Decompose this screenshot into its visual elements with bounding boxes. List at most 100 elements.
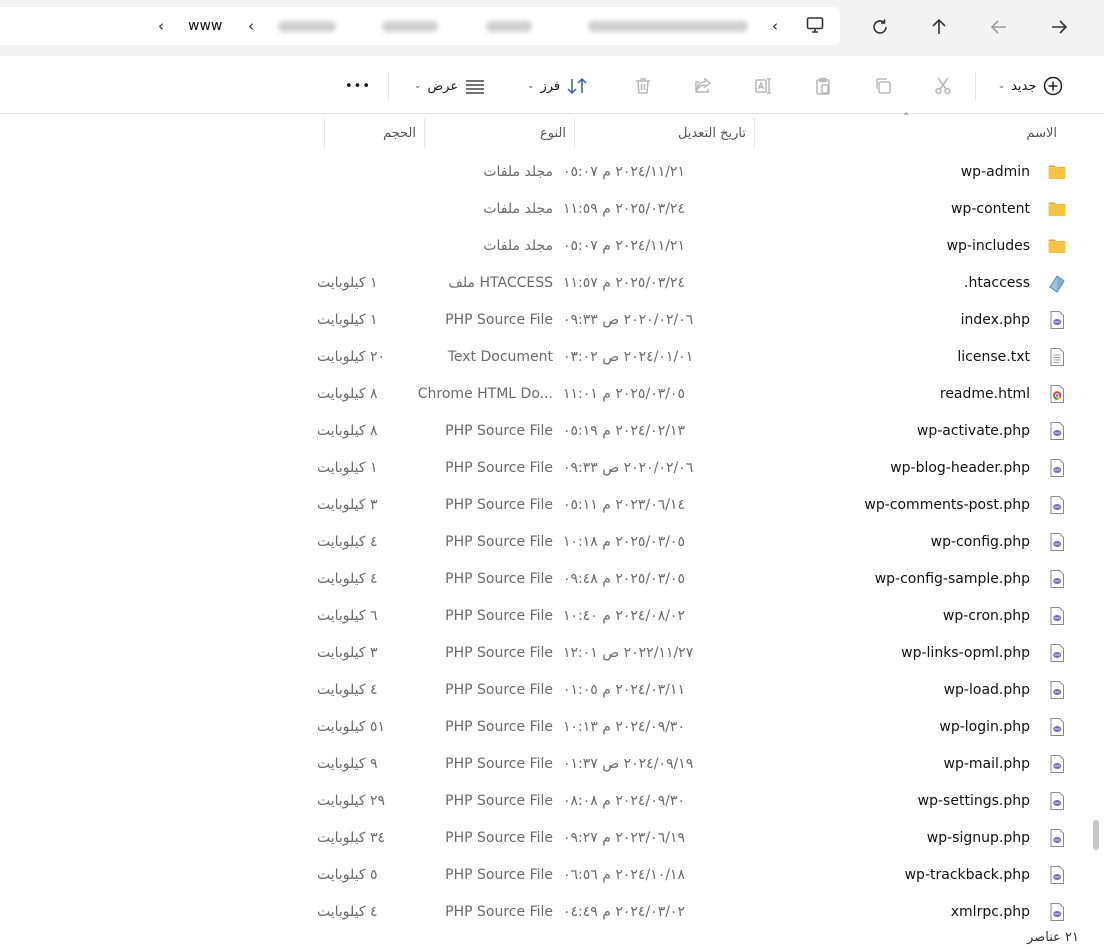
file-size: ٤ كيلوبايت [317, 523, 407, 560]
file-date-modified-text: ٢٠٢٤/٠٢/١٣ م ٠٥:١٩ [563, 422, 685, 439]
file-row[interactable]: wp-includes ٢٠٢٤/١١/٢١ م ٠٥:٠٧ مجلد ملفات [0, 227, 1090, 264]
file-row[interactable]: readme.html ٢٠٢٥/٠٣/٠٥ م ١١:٠١ Chrome HTML… [0, 375, 1090, 412]
folder-icon [1047, 162, 1067, 182]
file-row[interactable]: wp-signup.php ٢٠٢٣/٠٦/١٩ م ٠٩:٢٧ PHP Sourc… [0, 819, 1090, 856]
file-size: ٢٠ كيلوبايت [317, 338, 407, 375]
file-type-text: PHP Source File [445, 422, 553, 439]
file-row[interactable]: license.txt ٢٠٢٤/٠١/٠١ ص ٠٣:٠٢ Text Docume… [0, 338, 1090, 375]
php-file-icon [1047, 828, 1067, 848]
text-file-icon [1047, 347, 1067, 367]
column-header-size[interactable]: الحجم [330, 118, 420, 148]
file-type: PHP Source File [408, 634, 553, 671]
file-type: مجلد ملفات [408, 227, 553, 264]
file-row[interactable]: .htaccess ٢٠٢٥/٠٣/٢٤ م ١١:٥٧ ملف HTACCESS ١… [0, 264, 1090, 301]
refresh-button[interactable] [865, 12, 895, 42]
file-date-modified: ٢٠٢٥/٠٣/٠٥ م ٠٩:٤٨ [563, 560, 733, 597]
breadcrumb-redacted-segment[interactable] [382, 21, 438, 32]
file-name: license.txt [780, 338, 1030, 375]
file-date-modified-text: ٢٠٢٢/١١/٢٧ ص ١٢:٠١ [563, 644, 694, 661]
file-size-text: ٩ كيلوبايت [317, 755, 378, 772]
file-size: ٢٩ كيلوبايت [317, 782, 407, 819]
file-row[interactable]: wp-admin ٢٠٢٤/١١/٢١ م ٠٥:٠٧ مجلد ملفات [0, 153, 1090, 190]
copy-button[interactable] [868, 70, 898, 102]
file-row[interactable]: wp-activate.php ٢٠٢٤/٠٢/١٣ م ٠٥:١٩ PHP Sou… [0, 412, 1090, 449]
breadcrumb-current-folder[interactable]: www [188, 18, 222, 34]
address-bar[interactable]: ‹ www ‹ ‹ [0, 7, 840, 45]
new-button[interactable]: ⌄ جديد [990, 70, 1072, 102]
column-divider[interactable] [574, 118, 575, 148]
file-size: ٤ كيلوبايت [317, 671, 407, 708]
file-date-modified-text: ٢٠٢٤/١١/٢١ م ٠٥:٠٧ [563, 163, 685, 180]
view-button[interactable]: ⌄ عرض [405, 70, 495, 102]
file-name-text: license.txt [957, 348, 1030, 365]
php-file-icon [1047, 680, 1067, 700]
file-row[interactable]: wp-cron.php ٢٠٢٤/٠٨/٠٢ م ١٠:٤٠ PHP Source … [0, 597, 1090, 634]
share-button[interactable] [688, 70, 718, 102]
column-divider[interactable] [424, 118, 425, 148]
file-type-text: PHP Source File [445, 866, 553, 883]
php-file-icon [1047, 458, 1067, 478]
paste-button[interactable] [808, 70, 838, 102]
more-options-icon: ••• [344, 78, 371, 94]
folder-icon [1047, 199, 1067, 219]
file-date-modified-text: ٢٠٢٥/٠٣/٠٥ م ٠٩:٤٨ [563, 570, 685, 587]
column-divider[interactable] [324, 118, 325, 148]
file-type-text: PHP Source File [445, 607, 553, 624]
breadcrumb-overflow-chevron-icon[interactable]: ‹ [158, 17, 164, 35]
column-header-name[interactable]: الاسم [760, 118, 1065, 148]
file-row[interactable]: wp-load.php ٢٠٢٤/٠٣/١١ م ٠١:٠٥ PHP Source … [0, 671, 1090, 708]
file-size: ٨ كيلوبايت [317, 412, 407, 449]
breadcrumb-redacted-segment[interactable] [588, 21, 748, 32]
file-date-modified-text: ٢٠٢٤/١٠/١٨ م ٠٦:٥٦ [563, 866, 685, 883]
breadcrumb-redacted-segment[interactable] [278, 21, 336, 32]
file-row[interactable]: wp-settings.php ٢٠٢٤/٠٩/٣٠ م ٠٨:٠٨ PHP Sou… [0, 782, 1090, 819]
file-name: wp-mail.php [780, 745, 1030, 782]
file-row[interactable]: wp-login.php ٢٠٢٤/٠٩/٣٠ م ١٠:١٣ PHP Source… [0, 708, 1090, 745]
file-type: PHP Source File [408, 856, 553, 893]
delete-button[interactable] [628, 70, 658, 102]
file-name-text: wp-load.php [943, 681, 1030, 698]
file-row[interactable]: wp-mail.php ٢٠٢٤/٠٩/١٩ ص ٠١:٣٧ PHP Source … [0, 745, 1090, 782]
file-row[interactable]: wp-blog-header.php ٢٠٢٠/٠٢/٠٦ ص ٠٩:٣٣ PHP … [0, 449, 1090, 486]
file-size-text: ٣ كيلوبايت [317, 644, 378, 661]
back-button[interactable] [984, 12, 1014, 42]
file-type: PHP Source File [408, 671, 553, 708]
file-row[interactable]: wp-trackback.php ٢٠٢٤/١٠/١٨ م ٠٦:٥٦ PHP So… [0, 856, 1090, 893]
file-row[interactable]: wp-links-opml.php ٢٠٢٢/١١/٢٧ ص ١٢:٠١ PHP S… [0, 634, 1090, 671]
this-pc-icon[interactable] [800, 10, 830, 40]
file-date-modified: ٢٠٢٥/٠٣/٠٥ م ١٠:١٨ [563, 523, 733, 560]
column-divider[interactable] [754, 118, 755, 148]
file-row[interactable]: wp-comments-post.php ٢٠٢٣/٠٦/١٤ م ٠٥:١١ PH… [0, 486, 1090, 523]
file-name-text: wp-settings.php [917, 792, 1030, 809]
file-row[interactable]: wp-config.php ٢٠٢٥/٠٣/٠٥ م ١٠:١٨ PHP Sourc… [0, 523, 1090, 560]
file-row[interactable]: wp-content ٢٠٢٥/٠٣/٢٤ م ١١:٥٩ مجلد ملفات [0, 190, 1090, 227]
file-type: PHP Source File [408, 301, 553, 338]
htaccess-file-icon [1047, 273, 1067, 293]
rename-button[interactable] [748, 70, 778, 102]
see-more-button[interactable]: ••• [340, 70, 376, 102]
file-size-text: ٢٩ كيلوبايت [317, 792, 386, 809]
file-name: wp-admin [780, 153, 1030, 190]
file-row[interactable]: xmlrpc.php ٢٠٢٤/٠٣/٠٢ م ٠٤:٤٩ PHP Source F… [0, 893, 1090, 930]
file-name-text: wp-comments-post.php [864, 496, 1030, 513]
file-size [317, 190, 407, 227]
column-header-type[interactable]: النوع [430, 118, 570, 148]
file-size: ٤ كيلوبايت [317, 893, 407, 930]
file-size: ٦ كيلوبايت [317, 597, 407, 634]
forward-button[interactable] [1044, 12, 1074, 42]
breadcrumb-separator-icon: ‹ [248, 17, 254, 35]
file-row[interactable]: index.php ٢٠٢٠/٠٢/٠٦ ص ٠٩:٣٣ PHP Source Fi… [0, 301, 1090, 338]
file-date-modified: ٢٠٢٤/٠٨/٠٢ م ١٠:٤٠ [563, 597, 733, 634]
file-name-text: wp-cron.php [942, 607, 1030, 624]
add-circle-icon [1044, 76, 1063, 96]
column-header-date[interactable]: تاريخ التعديل [580, 118, 750, 148]
file-date-modified: ٢٠٢٥/٠٣/٠٥ م ١١:٠١ [563, 375, 733, 412]
up-button[interactable] [924, 12, 954, 42]
file-type: ملف HTACCESS [408, 264, 553, 301]
file-size-text: ٤ كيلوبايت [317, 570, 378, 587]
file-row[interactable]: wp-config-sample.php ٢٠٢٥/٠٣/٠٥ م ٠٩:٤٨ PH… [0, 560, 1090, 597]
cut-button[interactable] [928, 70, 958, 102]
breadcrumb-redacted-segment[interactable] [486, 21, 532, 32]
vertical-scrollbar-thumb[interactable] [1093, 820, 1099, 850]
sort-button[interactable]: ⌄ فرز [520, 70, 595, 102]
